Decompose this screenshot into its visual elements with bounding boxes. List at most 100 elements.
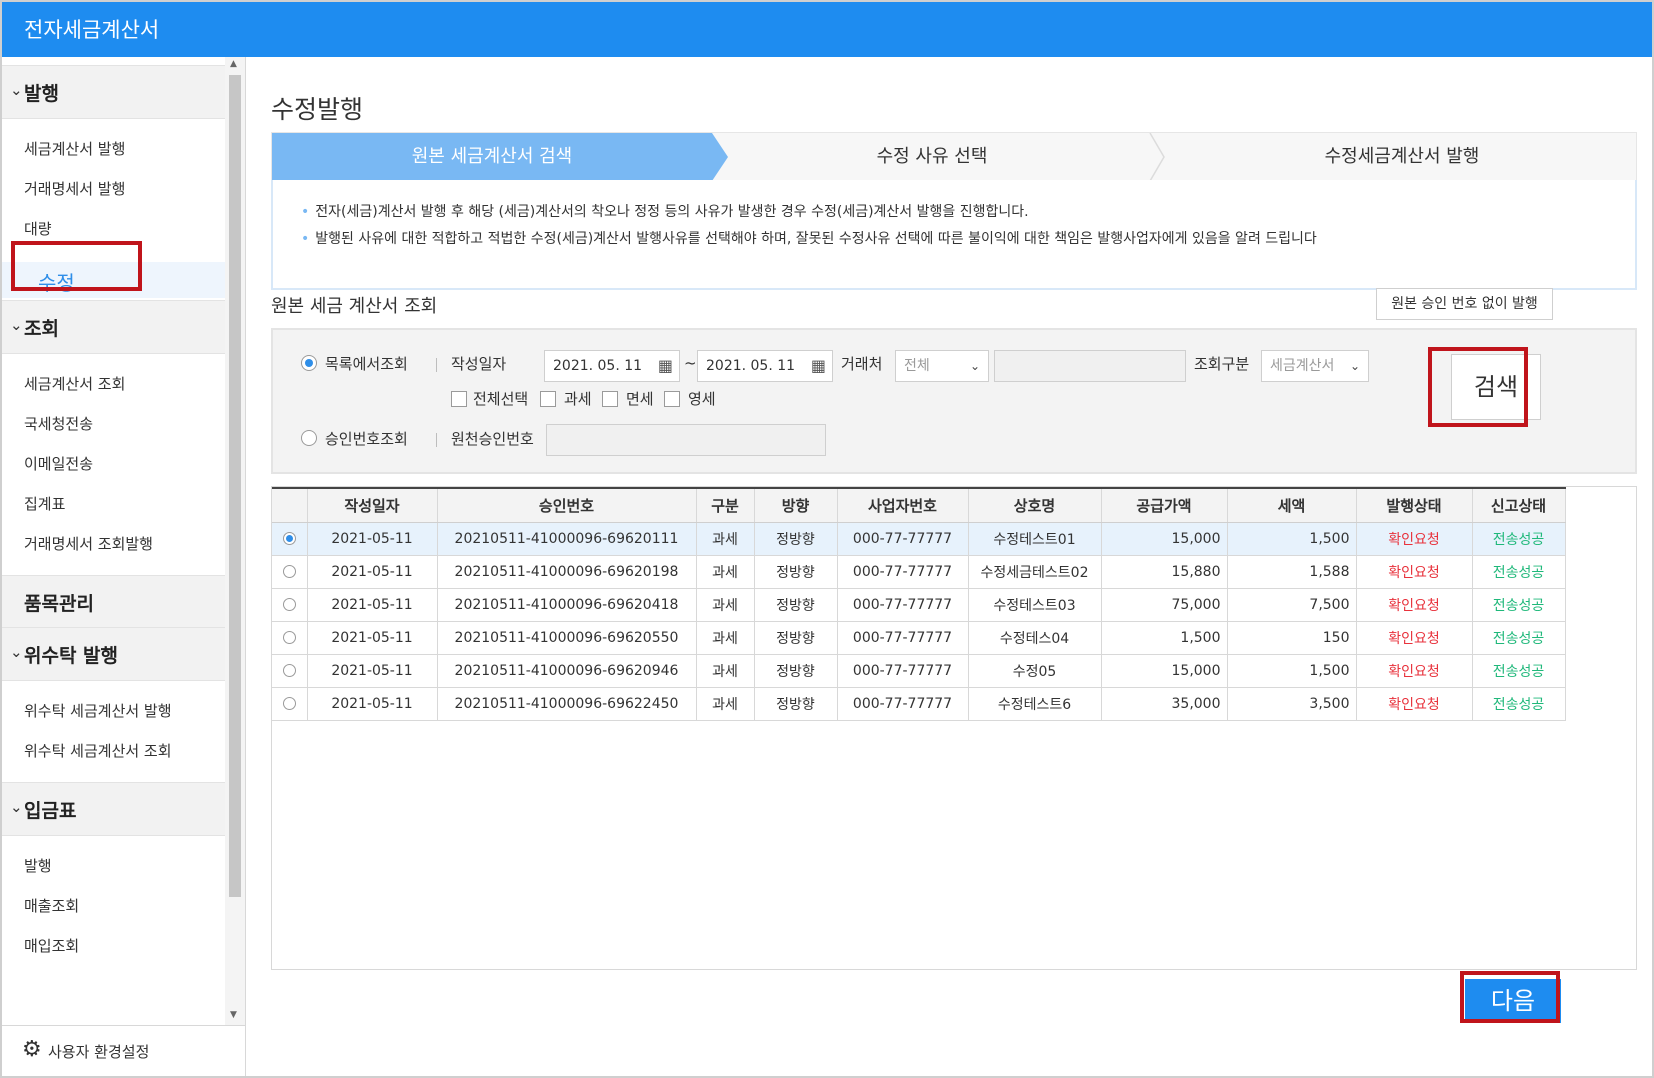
sidebar-section-issue[interactable]: ⌄ 발행 (2, 65, 225, 119)
sidebar-item-email-transfer[interactable]: 이메일전송 (24, 453, 93, 474)
row-radio[interactable] (282, 697, 296, 710)
cell-company: 수정세금테스트02 (968, 555, 1102, 589)
row-radio[interactable] (282, 631, 296, 644)
row-radio[interactable] (282, 598, 296, 611)
chevron-down-icon: ⌄ (10, 81, 23, 99)
chevron-down-icon: ⌄ (969, 359, 980, 373)
scroll-up-icon[interactable]: ▲ (230, 59, 237, 69)
cell-direction: 정방향 (754, 588, 838, 622)
cell-issue-status: 확인요청 (1356, 588, 1473, 622)
notice-line: • 발행된 사유에 대한 적합하고 적법한 수정(세금)계산서 발행사유를 선택해… (301, 228, 1317, 248)
row-select-cell[interactable] (272, 687, 308, 721)
sidebar-item-consignment-issue[interactable]: 위수탁 세금계산서 발행 (24, 700, 172, 721)
radio-approval-query[interactable] (301, 430, 317, 446)
cell-supply-amount: 15,000 (1101, 522, 1228, 556)
table-row[interactable]: 2021-05-11 20210511-41000096-69620111 과세 정방… (272, 522, 1566, 556)
scroll-thumb[interactable] (229, 75, 241, 897)
main-content: 수정발행 원본 세금계산서 검색 수정 사유 선택 수정세금계산서 발행 • 전자… (247, 57, 1652, 1076)
row-select-cell[interactable] (272, 654, 308, 688)
query-type-select[interactable]: 세금계산서 ⌄ (1261, 350, 1369, 382)
partner-input[interactable] (994, 350, 1186, 382)
sidebar-item-sales-query[interactable]: 매출조회 (24, 895, 79, 916)
checkbox-zero-rated[interactable] (664, 391, 680, 407)
table-row[interactable]: 2021-05-11 20210511-41000096-69622450 과세 정방… (272, 687, 1566, 721)
sidebar-item-tax-invoice-query[interactable]: 세금계산서 조회 (24, 373, 125, 394)
col-type: 구분 (696, 487, 755, 523)
table-row[interactable]: 2021-05-11 20210511-41000096-69620946 과세 정방… (272, 654, 1566, 688)
row-select-cell[interactable] (272, 522, 308, 556)
sidebar-scrollbar[interactable]: ▲ ▼ (225, 57, 245, 1025)
sidebar-section-items[interactable]: 품목관리 (2, 575, 225, 629)
sidebar-item-summary[interactable]: 집계표 (24, 493, 65, 514)
row-radio[interactable] (282, 565, 296, 578)
col-select (272, 487, 308, 523)
table-row[interactable]: 2021-05-11 20210511-41000096-69620418 과세 정방… (272, 588, 1566, 622)
cell-report-status: 전송성공 (1472, 522, 1566, 556)
cell-date: 2021-05-11 (307, 588, 438, 622)
sidebar-item-receipt-issue[interactable]: 발행 (24, 855, 52, 876)
row-select-cell[interactable] (272, 588, 308, 622)
gear-icon: ⚙ (22, 1037, 42, 1062)
table-row[interactable]: 2021-05-11 20210511-41000096-69620198 과세 정방… (272, 555, 1566, 589)
bullet-icon: • (301, 204, 310, 220)
cell-approval-no: 20210511-41000096-69620946 (437, 654, 697, 688)
row-select-cell[interactable] (272, 555, 308, 589)
approval-number-label: 원천승인번호 (451, 430, 534, 448)
sidebar-section-query[interactable]: ⌄ 조회 (2, 300, 225, 354)
cell-type: 과세 (696, 654, 755, 688)
user-settings-label: 사용자 환경설정 (48, 1043, 150, 1061)
cell-issue-status: 확인요청 (1356, 522, 1473, 556)
step-1: 원본 세금계산서 검색 (272, 133, 712, 181)
sidebar-item-purchase-query[interactable]: 매입조회 (24, 935, 79, 956)
page-title: 수정발행 (271, 95, 364, 124)
date-tilde: ~ (684, 354, 697, 372)
sidebar-section-consignment[interactable]: ⌄ 위수탁 발행 (2, 627, 225, 681)
sidebar-item-statement-issue[interactable]: 거래명세서 발행 (24, 178, 125, 199)
scroll-down-icon[interactable]: ▼ (230, 1010, 237, 1020)
calendar-icon[interactable]: ▦ (811, 351, 826, 381)
checkbox-taxable[interactable] (540, 391, 556, 407)
cell-business-no: 000-77-77777 (837, 687, 969, 721)
user-settings-link[interactable]: ⚙ 사용자 환경설정 (2, 1025, 245, 1076)
row-select-cell[interactable] (272, 621, 308, 655)
step-2: 수정 사유 선택 (876, 146, 988, 167)
issue-without-approval-button[interactable]: 원본 승인 번호 없이 발행 (1376, 288, 1553, 320)
approval-query-label: 승인번호조회 (325, 430, 408, 448)
approval-number-input[interactable] (546, 424, 826, 456)
row-radio[interactable] (282, 664, 296, 677)
radio-list-query[interactable] (301, 355, 317, 371)
cell-date: 2021-05-11 (307, 522, 438, 556)
sidebar-item-statement-query[interactable]: 거래명세서 조회발행 (24, 533, 153, 554)
cell-company: 수정테스트6 (968, 687, 1102, 721)
zero-rated-label: 영세 (688, 390, 716, 408)
checkbox-select-all[interactable] (451, 391, 467, 407)
sidebar-item-bulk[interactable]: 대량 (24, 218, 52, 239)
cell-approval-no: 20210511-41000096-69620198 (437, 555, 697, 589)
cell-business-no: 000-77-77777 (837, 555, 969, 589)
notice-line: • 전자(세금)계산서 발행 후 해당 (세금)계산서의 착오나 정정 등의 사유… (301, 201, 1029, 221)
sidebar-item-nts-transfer[interactable]: 국세청전송 (24, 413, 93, 434)
date-to-input[interactable]: 2021. 05. 11 ▦ (697, 350, 833, 382)
cell-type: 과세 (696, 621, 755, 655)
cell-company: 수정테스04 (968, 621, 1102, 655)
calendar-icon[interactable]: ▦ (658, 351, 673, 381)
checkbox-exempt[interactable] (602, 391, 618, 407)
col-report-status: 신고상태 (1472, 487, 1566, 523)
app-title: 전자세금계산서 (24, 18, 160, 42)
partner-select[interactable]: 전체 ⌄ (895, 350, 989, 382)
cell-tax: 3,500 (1227, 687, 1357, 721)
cell-approval-no: 20210511-41000096-69620550 (437, 621, 697, 655)
notice-text: 발행된 사유에 대한 적합하고 적법한 수정(세금)계산서 발행사유를 선택해야… (315, 231, 1317, 247)
cell-company: 수정05 (968, 654, 1102, 688)
sidebar-section-receipt[interactable]: ⌄ 입금표 (2, 782, 225, 836)
date-label: 작성일자 (451, 355, 507, 373)
sidebar-item-consignment-query[interactable]: 위수탁 세금계산서 조회 (24, 740, 172, 761)
select-all-label: 전체선택 (473, 390, 529, 408)
row-radio[interactable] (282, 532, 296, 545)
cell-supply-amount: 1,500 (1101, 621, 1228, 655)
date-from-input[interactable]: 2021. 05. 11 ▦ (544, 350, 680, 382)
table-row[interactable]: 2021-05-11 20210511-41000096-69620550 과세 정방… (272, 621, 1566, 655)
sidebar-item-tax-invoice-issue[interactable]: 세금계산서 발행 (24, 138, 125, 159)
date-from-value: 2021. 05. 11 (553, 358, 643, 374)
col-date: 작성일자 (307, 487, 438, 523)
